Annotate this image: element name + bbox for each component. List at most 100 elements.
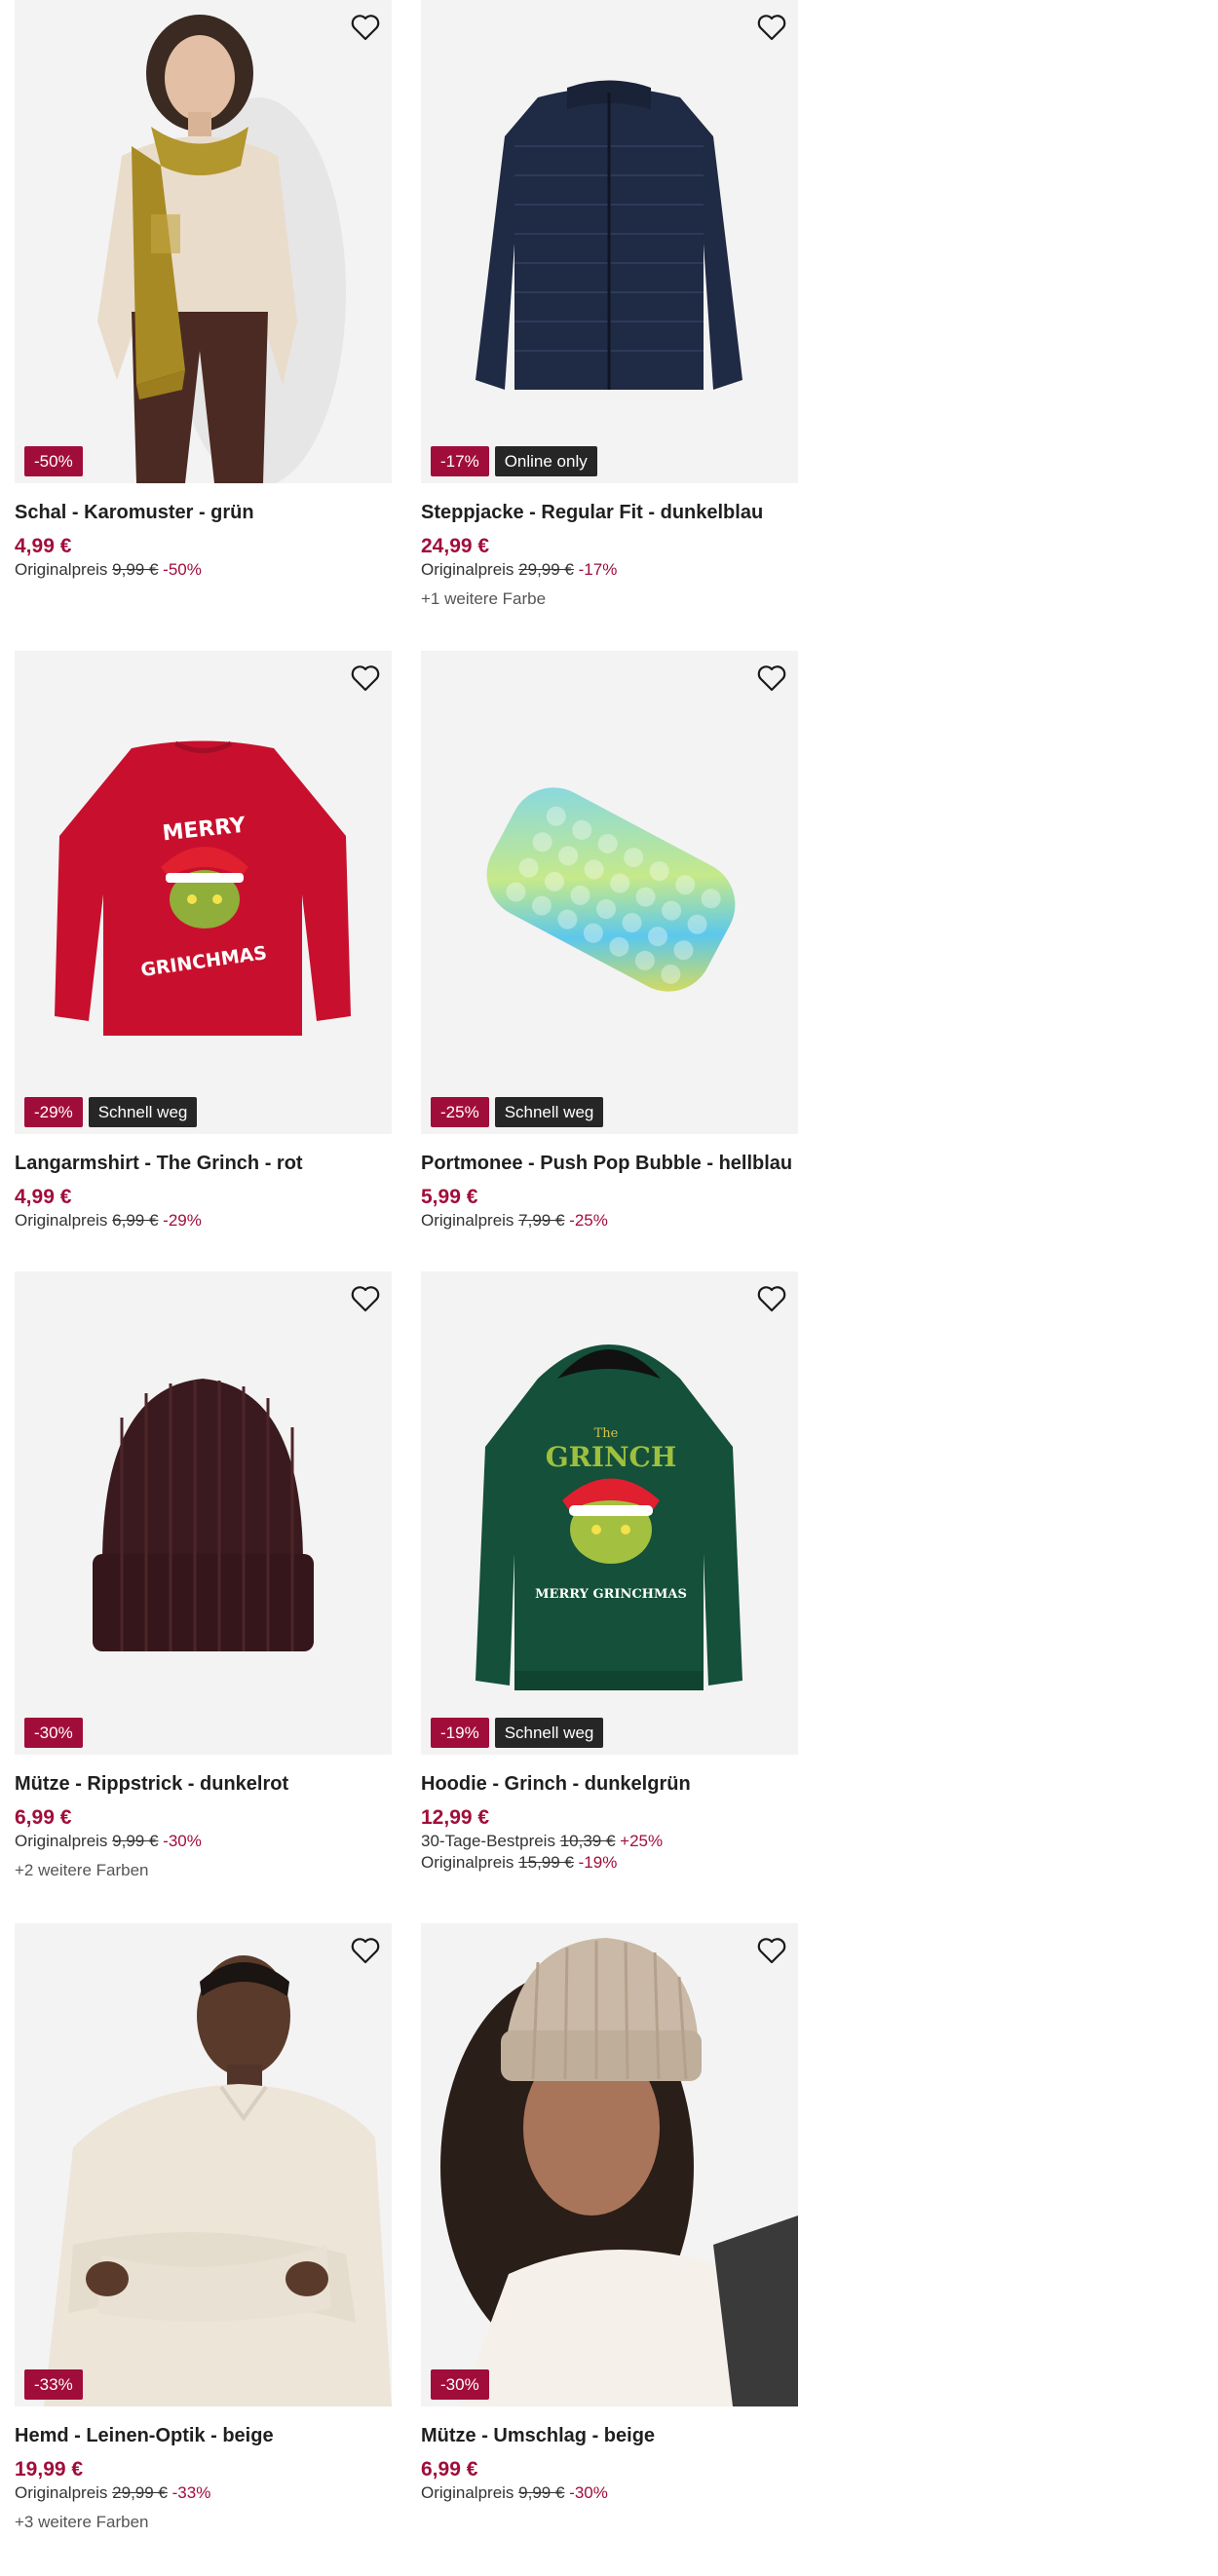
original-price-discount: -29% <box>163 1211 202 1230</box>
product-image[interactable]: -17% Online only <box>421 0 798 483</box>
original-price-label: Originalpreis <box>15 560 108 579</box>
original-price-discount: -19% <box>578 1853 618 1872</box>
discount-badge: -50% <box>24 446 83 476</box>
product-card[interactable]: The GRINCH MERRY GRINCHMAS -19% Schnell … <box>421 1271 798 1874</box>
original-price: 29,99 € <box>112 2483 168 2502</box>
original-price: 29,99 € <box>518 560 574 579</box>
favorite-button[interactable] <box>349 11 382 44</box>
more-colors-link[interactable]: +1 weitere Farbe <box>421 588 798 610</box>
more-colors-link[interactable]: +3 weitere Farben <box>15 2512 392 2533</box>
favorite-button[interactable] <box>349 1282 382 1315</box>
original-price-line: Originalpreis 15,99 € -19% <box>421 1852 798 1874</box>
push-pop-wallet-photo <box>421 651 798 1134</box>
product-title[interactable]: Mütze - Umschlag - beige <box>421 2424 798 2447</box>
favorite-button[interactable] <box>755 662 788 695</box>
heart-outline-icon <box>351 1938 380 1964</box>
badge-row: -33% <box>24 2369 83 2400</box>
badge-row: -30% <box>24 1718 83 1748</box>
selling-fast-badge: Schnell weg <box>88 1097 198 1127</box>
favorite-button[interactable] <box>755 1934 788 1967</box>
scarf-model-photo <box>15 0 392 483</box>
original-price: 9,99 € <box>518 2483 565 2502</box>
selling-fast-badge: Schnell weg <box>494 1097 604 1127</box>
original-price-line: Originalpreis 9,99 € -50% <box>15 559 392 581</box>
product-image[interactable]: The GRINCH MERRY GRINCHMAS -19% Schnell … <box>421 1271 798 1755</box>
original-price-line: Originalpreis 7,99 € -25% <box>421 1210 798 1231</box>
product-image[interactable]: -50% <box>15 0 392 483</box>
original-price-line: Originalpreis 6,99 € -29% <box>15 1210 392 1231</box>
heart-outline-icon <box>757 1286 786 1312</box>
grinch-shirt-photo: MERRY GRINCHMAS <box>15 651 392 1134</box>
badge-row: -25% Schnell weg <box>431 1097 604 1127</box>
discount-badge: -17% <box>431 446 489 476</box>
original-price-discount: -33% <box>171 2483 211 2502</box>
product-image[interactable]: -33% <box>15 1923 392 2406</box>
product-title[interactable]: Mütze - Rippstrick - dunkelrot <box>15 1772 392 1796</box>
selling-fast-badge: Schnell weg <box>494 1718 604 1748</box>
original-price-discount: -30% <box>163 1832 202 1850</box>
product-image[interactable]: -30% <box>15 1271 392 1755</box>
original-price-discount: -50% <box>163 560 202 579</box>
favorite-button[interactable] <box>349 662 382 695</box>
favorite-button[interactable] <box>755 11 788 44</box>
product-title[interactable]: Portmonee - Push Pop Bubble - hellblau <box>421 1152 798 1175</box>
original-price: 6,99 € <box>112 1211 159 1230</box>
sale-price: 6,99 € <box>15 1806 72 1829</box>
hoodie-print-text-1: The <box>594 1426 619 1441</box>
online-only-badge: Online only <box>494 446 597 476</box>
sale-price: 5,99 € <box>421 1186 478 1208</box>
product-card[interactable]: -30% Mütze - Umschlag - beige 6,99 € Ori… <box>421 1923 798 2504</box>
original-price-label: Originalpreis <box>421 560 514 579</box>
original-price: 9,99 € <box>112 560 159 579</box>
sale-price: 6,99 € <box>421 2458 478 2481</box>
discount-badge: -30% <box>431 2369 489 2400</box>
more-colors-link[interactable]: +2 weitere Farben <box>15 1860 392 1881</box>
original-price-label: Originalpreis <box>421 1211 514 1230</box>
original-price-line: Originalpreis 29,99 € -17% <box>421 559 798 581</box>
product-image[interactable]: -25% Schnell weg <box>421 651 798 1134</box>
shirt-model-photo <box>15 1923 392 2406</box>
product-title[interactable]: Steppjacke - Regular Fit - dunkelblau <box>421 501 798 524</box>
discount-badge: -25% <box>431 1097 489 1127</box>
product-title[interactable]: Hoodie - Grinch - dunkelgrün <box>421 1772 798 1796</box>
sale-price: 19,99 € <box>15 2458 84 2481</box>
heart-outline-icon <box>351 15 380 41</box>
product-image[interactable]: -30% <box>421 1923 798 2406</box>
original-price-label: Originalpreis <box>15 1832 108 1850</box>
original-price-label: Originalpreis <box>15 1211 108 1230</box>
sale-price: 12,99 € <box>421 1806 490 1829</box>
heart-outline-icon <box>351 665 380 692</box>
favorite-button[interactable] <box>349 1934 382 1967</box>
sale-price: 4,99 € <box>15 1186 72 1208</box>
hoodie-print-text-3: MERRY GRINCHMAS <box>535 1587 687 1602</box>
beanie-photo <box>15 1271 392 1755</box>
product-card[interactable]: -17% Online only Steppjacke - Regular Fi… <box>421 0 798 610</box>
beanie-model-photo <box>421 1923 798 2406</box>
product-title[interactable]: Langarmshirt - The Grinch - rot <box>15 1152 392 1175</box>
hoodie-print-text-2: GRINCH <box>546 1441 677 1473</box>
favorite-button[interactable] <box>755 1282 788 1315</box>
product-card[interactable]: -25% Schnell weg Portmonee - Push Pop Bu… <box>421 651 798 1231</box>
product-title[interactable]: Schal - Karomuster - grün <box>15 501 392 524</box>
original-price: 7,99 € <box>518 1211 565 1230</box>
badge-row: -30% <box>431 2369 489 2400</box>
jacket-photo <box>421 0 798 483</box>
badge-row: -17% Online only <box>431 446 597 476</box>
product-card[interactable]: -33% Hemd - Leinen-Optik - beige 19,99 €… <box>15 1923 392 2533</box>
product-card[interactable]: -30% Mütze - Rippstrick - dunkelrot 6,99… <box>15 1271 392 1881</box>
original-price-label: Originalpreis <box>421 2483 514 2502</box>
heart-outline-icon <box>757 15 786 41</box>
original-price: 9,99 € <box>112 1832 159 1850</box>
badge-row: -29% Schnell weg <box>24 1097 198 1127</box>
product-title[interactable]: Hemd - Leinen-Optik - beige <box>15 2424 392 2447</box>
original-price: 15,99 € <box>518 1853 574 1872</box>
product-card[interactable]: -50% Schal - Karomuster - grün 4,99 € Or… <box>15 0 392 581</box>
heart-outline-icon <box>351 1286 380 1312</box>
best-price-line: 30-Tage-Bestpreis 10,39 € +25% <box>421 1831 798 1852</box>
sale-price: 24,99 € <box>421 535 490 557</box>
best-price-label: 30-Tage-Bestpreis <box>421 1832 555 1850</box>
discount-badge: -19% <box>431 1718 489 1748</box>
product-card[interactable]: MERRY GRINCHMAS -29% Schnell weg Langarm… <box>15 651 392 1231</box>
product-image[interactable]: MERRY GRINCHMAS -29% Schnell weg <box>15 651 392 1134</box>
heart-outline-icon <box>757 1938 786 1964</box>
